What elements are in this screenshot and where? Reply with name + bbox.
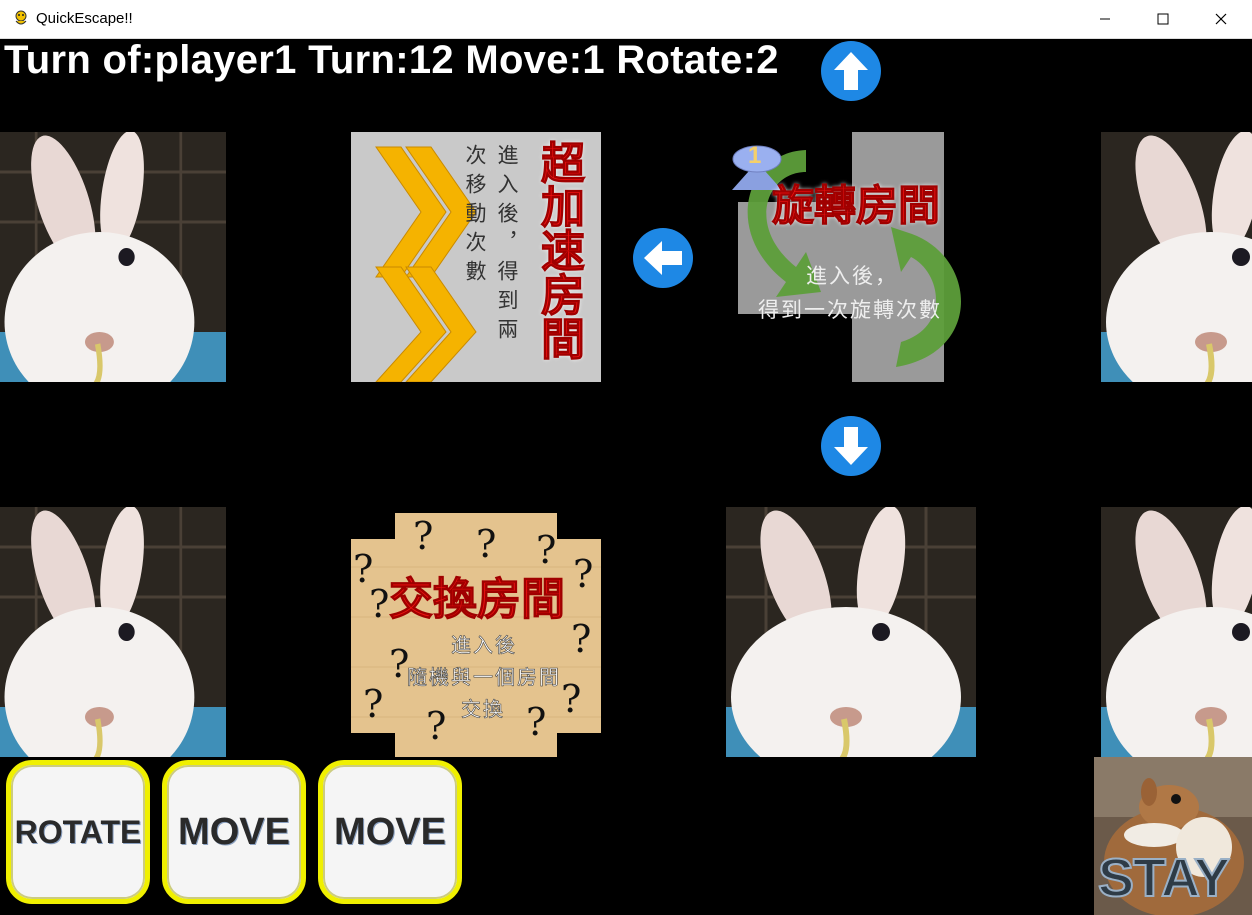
svg-text:?: ?	[426, 704, 446, 748]
svg-text:?: ?	[369, 582, 389, 626]
minimize-button[interactable]	[1076, 0, 1134, 38]
app-snake-icon	[15, 10, 27, 25]
rabbit-room-tile[interactable]	[1101, 507, 1252, 757]
svg-text:?: ?	[363, 682, 383, 726]
rabbit-room-tile[interactable]	[1101, 132, 1252, 382]
rotate-room-card[interactable]: 1 旋轉房間 進入後， 得到一次旋轉次數	[726, 132, 976, 382]
svg-text:?: ?	[413, 514, 433, 558]
rotate-button-label: ROTATE	[14, 813, 142, 850]
svg-text:?: ?	[573, 552, 593, 596]
move-button-label: MOVE	[178, 810, 290, 853]
stay-button-label: STAY	[1097, 847, 1231, 909]
maximize-icon	[1157, 13, 1169, 25]
swap-room-line1: 進入後	[451, 633, 517, 658]
speed-room-description: 進入後，得到兩次移動次數	[463, 144, 519, 347]
maximize-button[interactable]	[1134, 0, 1192, 38]
rabbit-room-tile[interactable]	[0, 132, 226, 382]
move-button[interactable]: MOVE	[318, 760, 462, 904]
rotate-room-line2: 得到一次旋轉次數	[758, 298, 942, 322]
rotate-button[interactable]: ROTATE	[6, 760, 150, 904]
rotate-room-line1: 進入後，	[806, 264, 898, 288]
player-marker-number: 1	[748, 142, 762, 169]
player-rabbit-room-tile[interactable]	[726, 507, 976, 757]
swap-room-line2: 隨機與一個房間	[407, 665, 561, 690]
svg-text:?: ?	[561, 677, 581, 721]
close-icon	[1215, 13, 1227, 25]
speed-room-title: 超加速房間	[533, 140, 585, 361]
swap-room-card[interactable]: ??? ??? ??? ??? 交換房間 進入後 隨機與一個房間 交換	[351, 507, 601, 757]
move-button[interactable]: MOVE	[162, 760, 306, 904]
svg-text:?: ?	[476, 522, 496, 566]
swap-room-title: 交換房間	[389, 574, 566, 626]
minimize-icon	[1100, 18, 1110, 20]
window-titlebar: QuickEscape!!	[0, 0, 1252, 39]
move-up-arrow-icon[interactable]	[820, 40, 882, 102]
rotate-room-title: 旋轉房間	[771, 181, 941, 231]
close-button[interactable]	[1192, 0, 1250, 38]
svg-text:?: ?	[526, 700, 546, 744]
turn-status-text: Turn of:player1 Turn:12 Move:1 Rotate:2	[4, 38, 779, 82]
rabbit-room-tile[interactable]	[0, 507, 226, 757]
swap-room-line3: 交換	[461, 697, 505, 722]
svg-text:?: ?	[571, 617, 591, 661]
speed-room-card[interactable]: 超加速房間 進入後，得到兩次移動次數	[351, 132, 601, 382]
window-title: QuickEscape!!	[36, 10, 133, 27]
move-down-arrow-icon[interactable]	[820, 415, 882, 477]
stay-button[interactable]: STAY	[1094, 757, 1252, 915]
move-left-arrow-icon[interactable]	[632, 227, 694, 289]
move-button-label: MOVE	[334, 810, 446, 853]
